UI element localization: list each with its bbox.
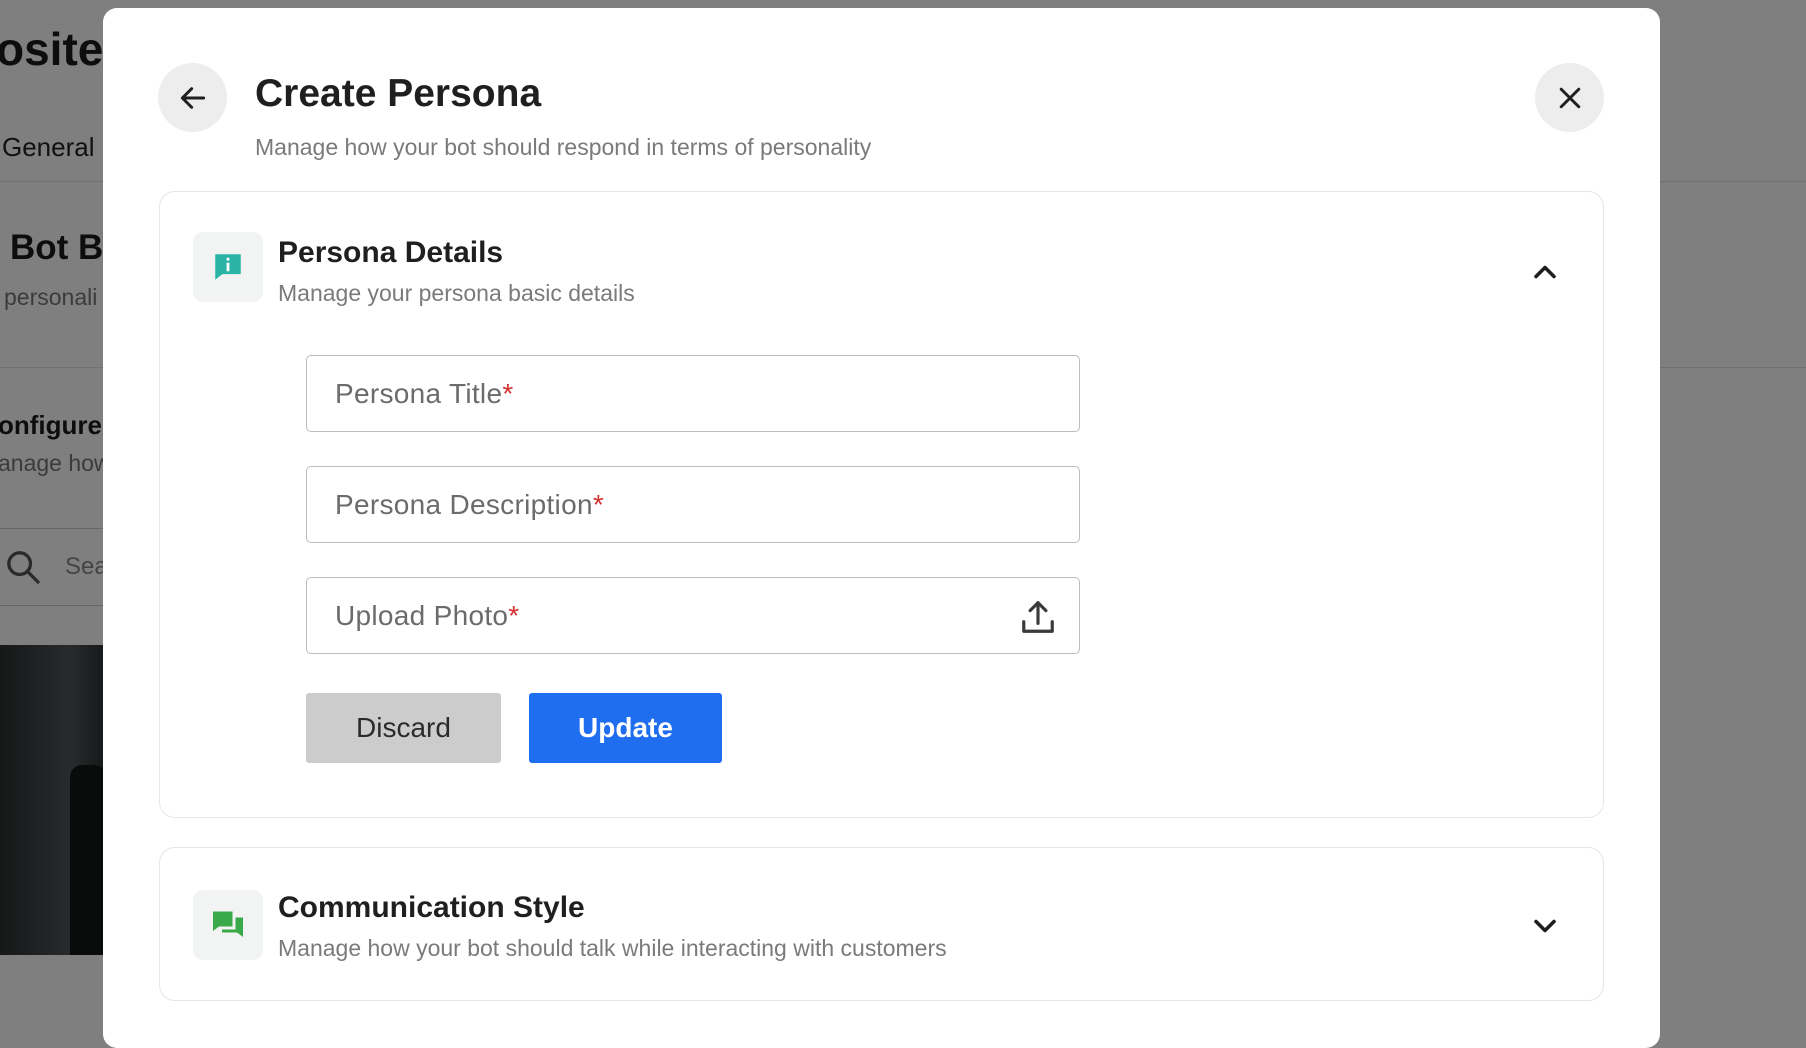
- required-mark: *: [592, 489, 605, 520]
- back-button[interactable]: [158, 63, 227, 132]
- modal-subtitle: Manage how your bot should respond in te…: [255, 134, 872, 160]
- modal-title: Create Persona: [255, 72, 542, 115]
- update-button[interactable]: Update: [529, 693, 722, 763]
- arrow-left-icon: [180, 86, 205, 109]
- upload-photo-label: Upload Photo*: [335, 600, 520, 631]
- chat-bubbles-icon: [213, 911, 243, 937]
- create-persona-modal: Create Persona Manage how your bot shoul…: [103, 8, 1660, 1048]
- persona-details-card: Persona Details Manage your persona basi…: [159, 191, 1604, 818]
- persona-details-subtitle: Manage your persona basic details: [278, 280, 635, 306]
- persona-title-field[interactable]: Persona Title*: [306, 355, 1080, 432]
- persona-title-label: Persona Title*: [335, 378, 514, 409]
- discard-button[interactable]: Discard: [306, 693, 501, 763]
- upload-icon[interactable]: [1019, 598, 1057, 636]
- communication-style-card[interactable]: Communication Style Manage how your bot …: [159, 847, 1604, 1001]
- communication-style-title: Communication Style: [278, 891, 585, 924]
- required-mark: *: [502, 378, 514, 409]
- close-icon: [1559, 87, 1580, 108]
- persona-details-icon-box: [193, 232, 263, 302]
- communication-style-subtitle: Manage how your bot should talk while in…: [278, 935, 947, 961]
- required-mark: *: [508, 600, 520, 631]
- chat-info-icon: [215, 254, 241, 280]
- persona-description-label: Persona Description*: [335, 489, 605, 520]
- close-button[interactable]: [1535, 63, 1604, 132]
- persona-details-title: Persona Details: [278, 236, 504, 269]
- persona-description-field[interactable]: Persona Description*: [306, 466, 1080, 543]
- communication-style-icon-box: [193, 890, 263, 960]
- upload-photo-field[interactable]: Upload Photo*: [306, 577, 1080, 654]
- chevron-down-icon[interactable]: [1527, 908, 1563, 944]
- chevron-up-icon[interactable]: [1527, 254, 1563, 290]
